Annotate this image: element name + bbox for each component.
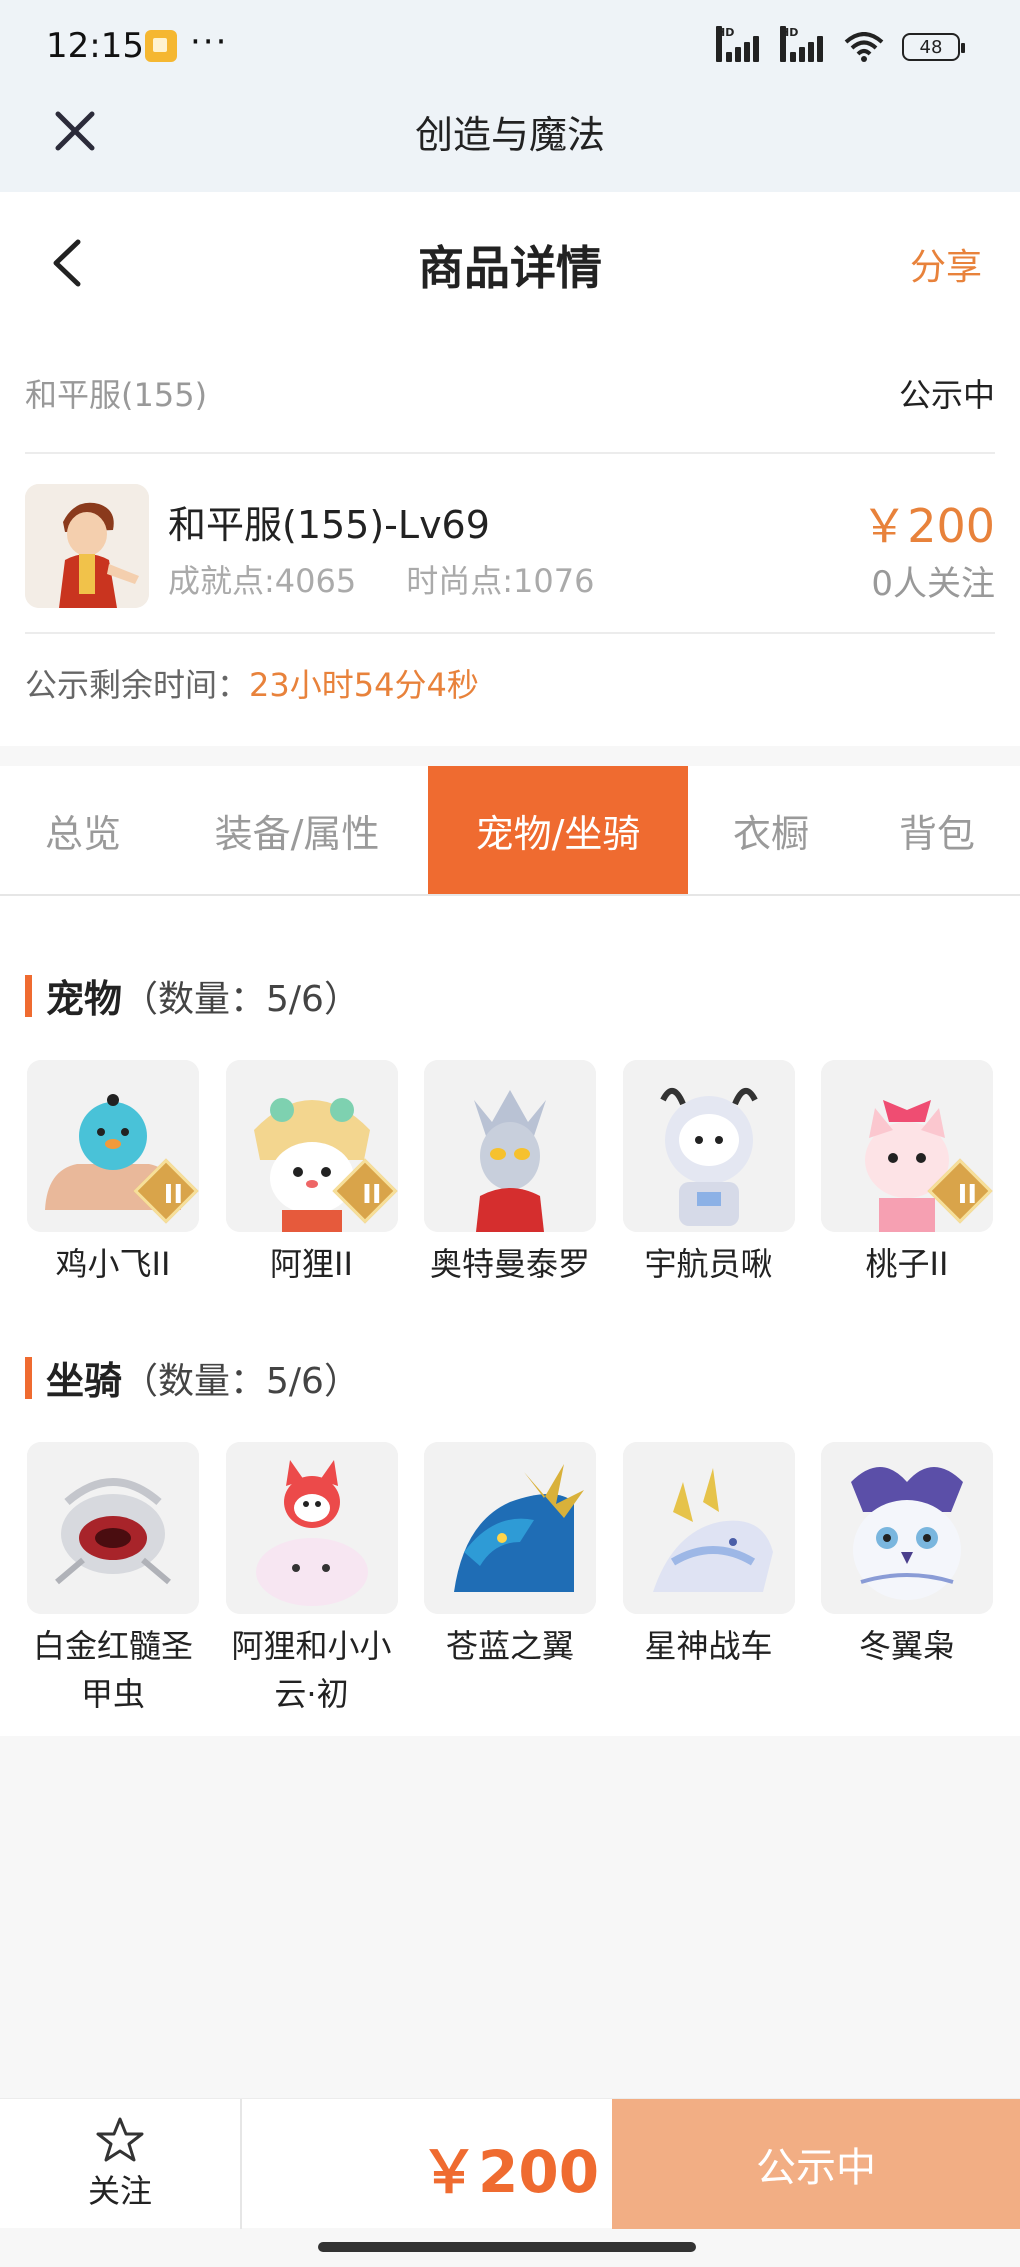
follow-button[interactable]: 关注 bbox=[0, 2099, 242, 2229]
system-icons: HD HD 48 bbox=[716, 26, 965, 64]
page-header: 商品详情 分享 bbox=[0, 192, 1020, 330]
status-action-button[interactable]: 公示中 bbox=[612, 2099, 1020, 2229]
list-item[interactable]: II 桃子II bbox=[821, 1060, 993, 1288]
pets-mounts-content: 宠物 （数量：5/6） II 鸡小飞II II 阿狸II 奥特曼泰罗 宇航员啾 … bbox=[0, 896, 1020, 1736]
item-name: 冬翼枭 bbox=[858, 1627, 955, 1665]
share-button[interactable]: 分享 bbox=[910, 238, 982, 290]
list-item[interactable]: 宇航员啾 bbox=[622, 1060, 795, 1288]
list-item[interactable]: II 鸡小飞II bbox=[27, 1060, 199, 1288]
list-item[interactable]: II 阿狸II bbox=[225, 1060, 398, 1288]
character-stats: 成就点:4065 时尚点:1076 bbox=[168, 556, 644, 602]
detail-tabs: 总览 装备/属性 宠物/坐骑 衣橱 背包 bbox=[0, 766, 1020, 896]
mounts-grid: 白金红髓圣甲虫 阿狸和小小云·初 苍蓝之翼 星神战车 冬翼枭 bbox=[27, 1442, 993, 1718]
countdown-value: 23小时54分4秒 bbox=[249, 666, 479, 704]
top-zone: 12:15 ··· HD HD 48 创造与魔法 bbox=[0, 0, 1020, 192]
ultraman-pet-icon bbox=[424, 1060, 596, 1232]
tab-pets-mounts[interactable]: 宠物/坐骑 bbox=[428, 766, 688, 894]
item-name: 桃子II bbox=[865, 1245, 949, 1283]
listing-price: ￥200 bbox=[861, 499, 995, 553]
bottom-action-bar: 关注 ￥200 公示中 bbox=[0, 2098, 1020, 2229]
follow-label: 关注 bbox=[87, 2172, 152, 2210]
list-item[interactable]: 阿狸和小小云·初 bbox=[225, 1442, 398, 1718]
section-accent-bar bbox=[25, 1356, 32, 1399]
list-item[interactable]: 苍蓝之翼 bbox=[424, 1442, 596, 1718]
tab-equipment[interactable]: 装备/属性 bbox=[166, 766, 428, 894]
countdown: 公示剩余时间：23小时54分4秒 bbox=[25, 660, 479, 706]
signal-icon: HD bbox=[716, 26, 762, 62]
home-indicator[interactable] bbox=[318, 2242, 696, 2252]
owl-mount-icon bbox=[821, 1442, 993, 1614]
list-item[interactable]: 白金红髓圣甲虫 bbox=[27, 1442, 199, 1718]
list-item[interactable]: 星神战车 bbox=[622, 1442, 795, 1718]
item-name: 奥特曼泰罗 bbox=[429, 1245, 590, 1283]
listing-info-card: 和平服(155) 公示中 和平服(155)-Lv69 成就点:4065 时尚点:1… bbox=[0, 330, 1020, 746]
server-name: 和平服(155) bbox=[25, 376, 208, 414]
hd-label: HD bbox=[780, 26, 798, 62]
tier-badge-text: II bbox=[362, 1180, 382, 1210]
mounts-heading: 坐骑 bbox=[46, 1359, 123, 1403]
item-name: 宇航员啾 bbox=[644, 1245, 773, 1283]
page-title: 商品详情 bbox=[418, 241, 602, 295]
item-name: 星神战车 bbox=[644, 1627, 773, 1665]
status-time: 12:15 bbox=[46, 26, 144, 66]
fashion-points: 时尚点:1076 bbox=[406, 562, 595, 600]
astronaut-pet-icon bbox=[622, 1060, 795, 1232]
fox-cloud-mount-icon bbox=[225, 1442, 398, 1614]
item-name: 阿狸和小小云·初 bbox=[231, 1627, 392, 1713]
character-avatar bbox=[25, 484, 149, 608]
tier-badge-text: II bbox=[163, 1180, 183, 1210]
tab-backpack[interactable]: 背包 bbox=[854, 766, 1020, 894]
pets-count: （数量：5/6） bbox=[122, 978, 360, 1020]
countdown-label: 公示剩余时间： bbox=[25, 666, 250, 704]
battery-icon: 48 bbox=[902, 33, 965, 61]
pets-grid: II 鸡小飞II II 阿狸II 奥特曼泰罗 宇航员啾 II 桃子II bbox=[27, 1060, 993, 1288]
star-icon bbox=[96, 2117, 144, 2162]
item-name: 鸡小飞II bbox=[55, 1245, 171, 1283]
beetle-mount-icon bbox=[27, 1442, 199, 1614]
character-row[interactable]: 和平服(155)-Lv69 成就点:4065 时尚点:1076 ￥200 0人关注 bbox=[25, 454, 995, 634]
notification-app-icon bbox=[145, 30, 177, 62]
mounts-count: （数量：5/6） bbox=[122, 1360, 360, 1402]
white-dragon-mount-icon bbox=[622, 1442, 795, 1614]
achievement-points: 成就点:4065 bbox=[168, 562, 357, 600]
tab-overview[interactable]: 总览 bbox=[0, 766, 166, 894]
item-name: 阿狸II bbox=[270, 1245, 353, 1283]
bottom-price: ￥200 bbox=[420, 2138, 600, 2206]
section-accent-bar bbox=[25, 974, 32, 1017]
mounts-section-title: 坐骑 （数量：5/6） bbox=[25, 1350, 360, 1405]
server-row: 和平服(155) 公示中 bbox=[25, 330, 995, 454]
item-name: 苍蓝之翼 bbox=[445, 1627, 574, 1665]
mini-program-header: 创造与魔法 bbox=[0, 92, 1020, 192]
list-item[interactable]: 奥特曼泰罗 bbox=[424, 1060, 596, 1288]
mini-program-title: 创造与魔法 bbox=[414, 113, 605, 157]
signal-icon: HD bbox=[780, 26, 826, 62]
follower-count: 0人关注 bbox=[871, 564, 995, 604]
tier-badge-text: II bbox=[957, 1180, 977, 1210]
hd-label: HD bbox=[716, 26, 734, 62]
item-name: 白金红髓圣甲虫 bbox=[32, 1627, 193, 1713]
pets-heading: 宠物 bbox=[46, 977, 123, 1021]
wifi-icon bbox=[844, 32, 884, 62]
pets-section-title: 宠物 （数量：5/6） bbox=[25, 968, 360, 1023]
status-bar: 12:15 ··· HD HD 48 bbox=[0, 0, 1020, 92]
listing-status: 公示中 bbox=[898, 376, 995, 414]
character-title: 和平服(155)-Lv69 bbox=[168, 503, 490, 547]
list-item[interactable]: 冬翼枭 bbox=[821, 1442, 993, 1718]
more-notifications-icon: ··· bbox=[190, 22, 229, 62]
blue-chick-pet-icon: II bbox=[27, 1060, 199, 1232]
tab-wardrobe[interactable]: 衣橱 bbox=[688, 766, 854, 894]
pink-cat-pet-icon: II bbox=[821, 1060, 993, 1232]
blue-dragon-mount-icon bbox=[424, 1442, 596, 1614]
fox-pet-icon: II bbox=[225, 1060, 398, 1232]
